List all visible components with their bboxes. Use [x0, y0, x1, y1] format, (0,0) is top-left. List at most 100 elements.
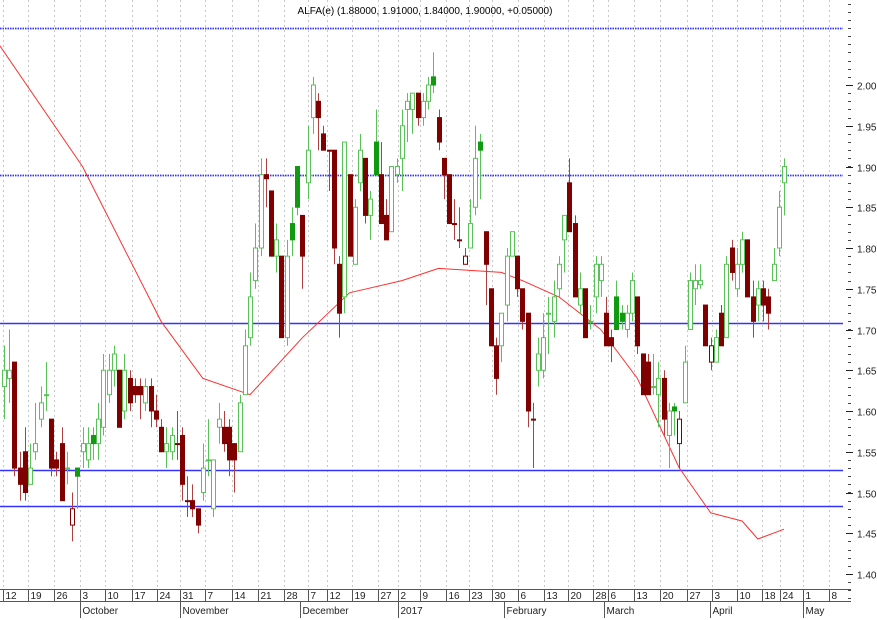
candle-body — [2, 369, 7, 388]
candle — [667, 402, 672, 469]
x-tick-label: 28 — [596, 591, 608, 602]
candle-body — [379, 174, 384, 225]
candle-body — [724, 263, 729, 339]
candle — [358, 133, 363, 191]
y-tick-label: 1.85 — [857, 204, 877, 215]
candle-body — [49, 418, 54, 469]
candle-body — [222, 426, 227, 445]
candle — [33, 402, 38, 460]
vertical-gridlines — [3, 0, 830, 589]
candle-body — [60, 443, 65, 502]
candle — [431, 52, 436, 94]
candle-body — [342, 141, 347, 298]
candle-body — [175, 443, 180, 446]
candle-body — [630, 280, 635, 314]
x-tick-label: 21 — [261, 591, 273, 602]
candle-body — [573, 223, 578, 298]
candle-body — [588, 320, 593, 323]
x-tick-label: 6 — [611, 591, 617, 602]
candle-body — [714, 337, 719, 363]
candle — [211, 459, 216, 517]
candle-body — [730, 247, 735, 273]
candle-body — [65, 467, 70, 470]
candle-body — [149, 386, 154, 412]
candlestick-chart: 1.40 1.45 1.50 1.55 1.60 1.65 1.70 1.75 1.80 1.85… — [0, 0, 877, 618]
candle — [756, 280, 761, 322]
candle-body — [546, 312, 551, 315]
candle — [269, 190, 274, 257]
x-tick-label: 18 — [765, 591, 777, 602]
candle — [122, 353, 127, 420]
candle — [531, 402, 536, 469]
candle-body — [484, 231, 489, 265]
candle-body — [274, 239, 279, 257]
candle — [374, 109, 379, 176]
candle-body — [463, 255, 468, 265]
candle — [604, 296, 609, 347]
candle — [321, 125, 326, 151]
candle — [159, 419, 164, 453]
candle-body — [264, 174, 269, 180]
candle-body — [583, 288, 588, 339]
candle — [730, 239, 735, 281]
candle-body — [400, 125, 405, 159]
candle — [28, 443, 33, 485]
candle-body — [290, 223, 295, 241]
candle-body — [279, 255, 284, 339]
candle-body — [426, 84, 431, 102]
candle-body — [541, 337, 546, 371]
candle — [154, 394, 159, 428]
candle — [70, 492, 75, 542]
x-tick-label: 2 — [401, 591, 407, 602]
candle-body — [300, 214, 305, 257]
candle-body — [662, 377, 667, 420]
candle — [437, 109, 442, 151]
candle — [253, 223, 258, 289]
candle-body — [374, 141, 379, 176]
candle — [75, 467, 80, 509]
x-tick-label: 13 — [637, 591, 649, 602]
candle — [714, 329, 719, 363]
candle-body — [206, 459, 211, 462]
candle — [526, 312, 531, 428]
candle-body — [609, 337, 614, 347]
candle — [562, 214, 567, 273]
candle-body — [70, 508, 75, 526]
candle-body — [28, 467, 33, 485]
candle-body — [672, 406, 677, 412]
x-tick-label: 12 — [330, 591, 342, 602]
month-label: December — [303, 606, 350, 617]
candle-body — [248, 296, 253, 339]
candle — [217, 402, 222, 444]
candle-body — [410, 92, 415, 110]
candle-body — [133, 386, 138, 396]
candle-body — [143, 386, 148, 404]
candle — [238, 394, 243, 453]
candle — [285, 239, 290, 346]
candle-body — [536, 353, 541, 371]
month-label: February — [507, 606, 547, 617]
price-axis: 1.40 1.45 1.50 1.55 1.60 1.65 1.70 1.75 1.80 1.85… — [846, 4, 877, 599]
candle — [635, 296, 640, 354]
candle-body — [75, 467, 80, 477]
y-tick-label: 1.90 — [857, 164, 877, 175]
candle-body — [243, 345, 248, 396]
x-tick-label: 13 — [547, 591, 559, 602]
candle — [60, 427, 65, 502]
y-tick-label: 1.50 — [857, 490, 877, 501]
candle-body — [667, 410, 672, 436]
candle — [478, 133, 483, 200]
month-label: October — [83, 606, 119, 617]
month-label: May — [806, 606, 825, 617]
candle-body — [416, 92, 421, 119]
candle — [81, 427, 86, 469]
y-tick-label: 1.60 — [857, 408, 877, 419]
candle-body — [683, 361, 688, 404]
candle-body — [107, 369, 112, 396]
candle-body — [594, 263, 599, 298]
candle — [222, 411, 227, 452]
candle — [662, 370, 667, 436]
candle — [452, 199, 457, 240]
candle-body — [442, 157, 447, 176]
candle-body — [122, 369, 127, 412]
